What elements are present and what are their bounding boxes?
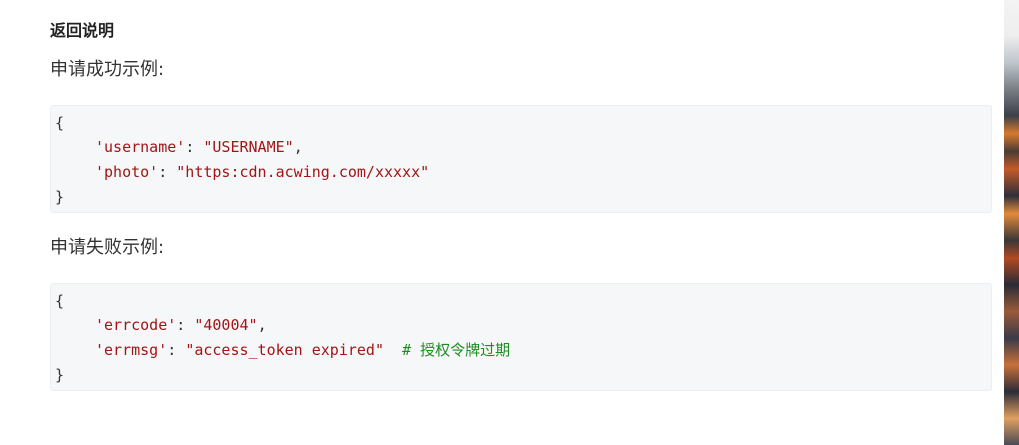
value-errmsg: "access_token expired" <box>185 341 384 359</box>
colon: : <box>176 316 195 334</box>
success-code-block: { 'username': "USERNAME", 'photo': "http… <box>50 105 992 213</box>
code-line-photo: 'photo': "https:cdn.acwing.com/xxxxx" <box>55 159 429 185</box>
colon: : <box>167 341 186 359</box>
value-errcode: "40004" <box>194 316 258 334</box>
code-line-errcode: 'errcode': "40004", <box>55 312 267 338</box>
key-username: 'username' <box>95 138 186 156</box>
comma: , <box>293 138 303 156</box>
key-errcode: 'errcode' <box>95 316 177 334</box>
failure-code-block: { 'errcode': "40004", 'errmsg': "access_… <box>50 283 992 391</box>
code-line-errmsg: 'errmsg': "access_token expired" # 授权令牌过… <box>55 337 510 363</box>
key-errmsg: 'errmsg' <box>95 341 168 359</box>
close-brace: } <box>55 188 65 206</box>
colon: : <box>158 163 177 181</box>
success-example-label: 申请成功示例: <box>50 59 165 80</box>
doc-content: 返回说明 申请成功示例: { 'username': "USERNAME", '… <box>0 0 1004 445</box>
code-line-close: } <box>55 184 64 210</box>
value-username: "USERNAME" <box>203 138 294 156</box>
code-comment: # 授权令牌过期 <box>402 341 511 359</box>
code-line-username: 'username': "USERNAME", <box>55 134 303 160</box>
open-brace: { <box>55 114 65 132</box>
key-photo: 'photo' <box>95 163 159 181</box>
code-line-open: { <box>55 110 64 136</box>
background-image-strip <box>1004 0 1019 445</box>
section-heading: 返回说明 <box>50 21 115 40</box>
value-photo: "https:cdn.acwing.com/xxxxx" <box>176 163 430 181</box>
code-line-open: { <box>55 288 64 314</box>
code-line-close: } <box>55 362 64 388</box>
comma: , <box>257 316 267 334</box>
open-brace: { <box>55 292 65 310</box>
close-brace: } <box>55 366 65 384</box>
colon: : <box>185 138 204 156</box>
failure-example-label: 申请失败示例: <box>50 237 165 258</box>
